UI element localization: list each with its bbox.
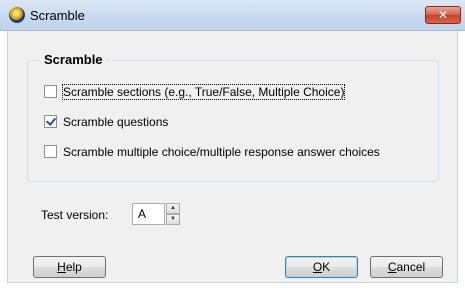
scramble-questions-checkbox[interactable] bbox=[44, 115, 57, 128]
help-button[interactable]: Help bbox=[33, 256, 106, 278]
ok-accel: O bbox=[312, 260, 323, 274]
app-icon bbox=[9, 7, 25, 23]
cancel-label-rest: ancel bbox=[396, 260, 426, 274]
spin-up-icon[interactable]: ▲ bbox=[166, 203, 180, 214]
scramble-answer-choices-checkbox[interactable] bbox=[44, 145, 57, 158]
title-bar: Scramble ✕ bbox=[0, 0, 465, 31]
window-title: Scramble bbox=[30, 8, 85, 23]
test-version-spinner[interactable]: ▲ ▼ bbox=[166, 203, 180, 225]
scramble-sections-checkbox[interactable] bbox=[44, 85, 57, 98]
help-accel: H bbox=[57, 260, 66, 274]
test-version-label: Test version: bbox=[41, 208, 109, 222]
scramble-answer-choices-label: Scramble multiple choice/multiple respon… bbox=[63, 145, 380, 159]
spin-down-icon[interactable]: ▼ bbox=[166, 214, 180, 225]
test-version-input[interactable]: A bbox=[132, 203, 165, 225]
ok-label-rest: K bbox=[322, 260, 331, 274]
cancel-button[interactable]: Cancel bbox=[370, 256, 443, 278]
close-button[interactable]: ✕ bbox=[425, 6, 461, 24]
scramble-group-label: Scramble bbox=[40, 52, 107, 67]
scramble-questions-label: Scramble questions bbox=[63, 115, 169, 129]
scramble-sections-label: Scramble sections (e.g., True/False, Mul… bbox=[61, 84, 346, 100]
ok-button[interactable]: OK bbox=[285, 256, 358, 278]
help-label-rest: elp bbox=[65, 260, 82, 274]
